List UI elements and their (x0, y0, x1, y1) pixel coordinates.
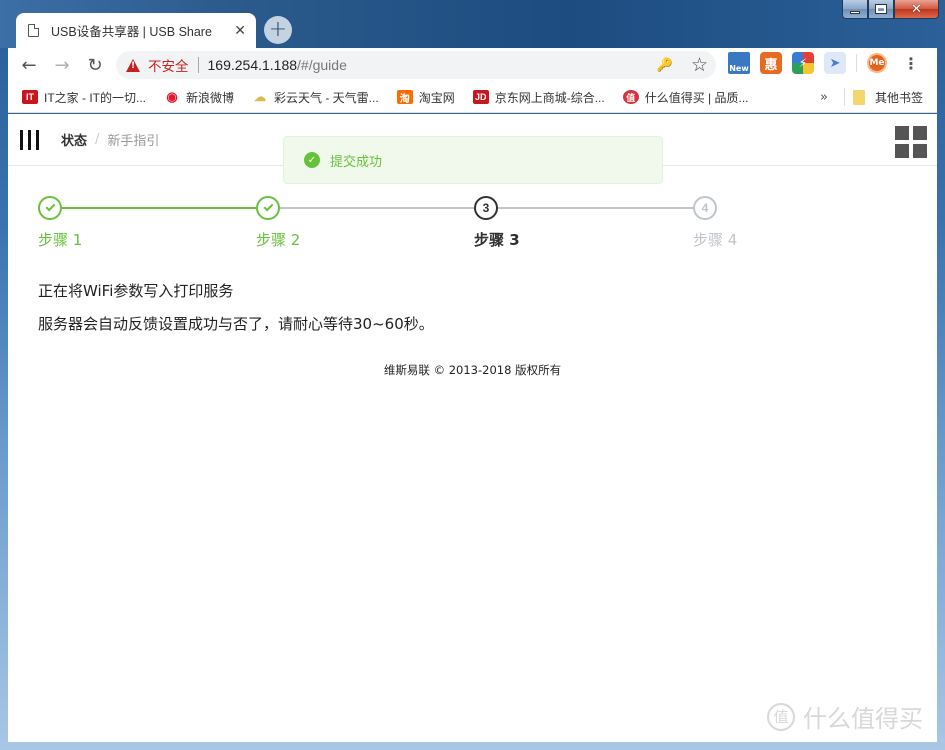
bookmarks-bar: IT IT之家 - IT的一切... ◉ 新浪微博 ☁ 彩云天气 - 天气雷..… (8, 82, 937, 113)
hui-extension-icon[interactable]: 惠 (760, 52, 782, 74)
step-1: 步骤 1 (38, 196, 82, 249)
breadcrumb-separator: / (95, 132, 100, 147)
step-3: 3 步骤 3 (474, 196, 520, 249)
security-label[interactable]: 不安全 (148, 55, 189, 75)
maximize-icon (875, 4, 887, 14)
bookmark-smzdm[interactable]: 值 什么值得买 | 品质... (622, 89, 749, 106)
step-connector-2 (280, 207, 474, 209)
close-window-button[interactable]: ✕ (894, 0, 939, 19)
tab-close-icon[interactable]: ✕ (234, 23, 246, 39)
browser-menu-icon[interactable]: ⋮ (903, 54, 919, 73)
bookmark-label: IT之家 - IT的一切... (44, 90, 146, 105)
step-label: 步骤 2 (256, 231, 301, 249)
wait-message: 服务器会自动反馈设置成功与否了，请耐心等待30~60秒。 (38, 315, 434, 333)
browser-tab[interactable]: USB设备共享器 | USB Share ✕ (16, 13, 256, 48)
new-tab-button[interactable]: + (264, 16, 292, 44)
step-label: 步骤 1 (38, 231, 83, 249)
web-page: 状态 / 新手指引 ✓ 提交成功 步骤 1 步骤 2 3 步骤 3 4 步骤 4… (8, 114, 937, 742)
other-bookmarks[interactable]: 其他书签 (853, 89, 923, 106)
forward-button[interactable]: → (50, 53, 74, 77)
breadcrumb-status[interactable]: 状态 (61, 130, 87, 149)
window-controls: ✕ (842, 0, 939, 20)
bookmark-label: 京东网上商城-综合... (494, 90, 605, 105)
bookmark-taobao[interactable]: 淘 淘宝网 (396, 89, 455, 106)
copyright-footer: 维斯易联 © 2013-2018 版权所有 (383, 363, 562, 377)
step-label: 步骤 3 (474, 231, 520, 249)
url-host: 169.254.1.188 (207, 57, 298, 73)
steps-progress: 步骤 1 步骤 2 3 步骤 3 4 步骤 4 (38, 196, 908, 256)
menu-toggle-icon[interactable] (20, 129, 39, 150)
close-icon: ✕ (911, 1, 922, 17)
step-2: 步骤 2 (256, 196, 300, 249)
reload-button[interactable]: ↻ (83, 53, 107, 77)
key-icon[interactable]: 🔑 (657, 58, 673, 73)
address-bar[interactable]: 不安全 169.254.1.188 /#/guide 🔑 ☆ (116, 51, 716, 79)
url-path: /#/guide (297, 57, 347, 73)
success-check-icon: ✓ (304, 152, 320, 168)
bookmark-label: 彩云天气 - 天气雷... (274, 90, 379, 105)
bookmark-star-icon[interactable]: ☆ (691, 54, 708, 76)
bookmarks-divider (844, 88, 845, 106)
step-check-icon (38, 196, 62, 220)
extensions-divider (856, 54, 857, 72)
extensions-area: New 惠 ⚡ ➤ Me ⋮ (728, 52, 919, 74)
step-number: 4 (693, 196, 717, 220)
jd-icon: JD (472, 90, 489, 104)
step-4: 4 步骤 4 (693, 196, 737, 249)
tab-title: USB设备共享器 | USB Share (51, 25, 212, 39)
step-connector-1 (62, 207, 256, 209)
breadcrumb: 状态 / 新手指引 (61, 130, 159, 149)
watermark: 值 什么值得买 (767, 699, 923, 734)
page-icon (28, 24, 39, 37)
step-connector-3 (498, 207, 694, 209)
breadcrumb-guide: 新手指引 (107, 134, 160, 149)
step-number: 3 (474, 196, 498, 220)
watermark-text: 什么值得买 (803, 705, 923, 733)
weibo-icon: ◉ (166, 89, 178, 104)
bookmark-jd[interactable]: JD 京东网上商城-综合... (472, 89, 605, 106)
bookmark-ithome[interactable]: IT IT之家 - IT的一切... (22, 89, 146, 106)
status-message: 正在将WiFi参数写入打印服务 (38, 282, 234, 300)
bookmark-label: 淘宝网 (418, 90, 455, 105)
apps-grid-icon[interactable] (895, 126, 927, 158)
bookmark-caiyun[interactable]: ☁ 彩云天气 - 天气雷... (252, 89, 379, 106)
bookmark-weibo[interactable]: ◉ 新浪微博 (164, 89, 234, 106)
more-bookmarks-icon[interactable]: » (820, 90, 828, 105)
taobao-icon: 淘 (396, 90, 413, 105)
bird-extension-icon[interactable]: ➤ (824, 52, 846, 74)
smzdm-icon: 值 (622, 90, 639, 104)
success-toast: ✓ 提交成功 (283, 136, 663, 184)
folder-icon (853, 89, 865, 105)
other-bookmarks-label: 其他书签 (875, 90, 924, 105)
cloud-icon: ☁ (254, 90, 267, 104)
step-label: 步骤 4 (693, 231, 738, 249)
bookmark-label: 新浪微博 (186, 90, 235, 105)
toast-message: 提交成功 (330, 154, 383, 170)
warning-icon (126, 58, 140, 72)
minimize-button[interactable] (842, 0, 868, 19)
maximize-button[interactable] (868, 0, 894, 19)
profile-avatar[interactable]: Me (867, 53, 887, 73)
browser-toolbar: ← → ↻ 不安全 169.254.1.188 /#/guide 🔑 ☆ New… (8, 48, 937, 82)
back-button[interactable]: ← (17, 53, 41, 77)
bookmark-label: 什么值得买 | 品质... (644, 90, 749, 105)
new-extension-icon[interactable]: New (728, 52, 750, 74)
ithome-icon: IT (22, 90, 38, 104)
smzdm-watermark-icon: 值 (767, 702, 795, 731)
minimize-icon (850, 10, 860, 14)
step-check-icon (256, 196, 280, 220)
omnibox-divider (197, 57, 199, 73)
bolt-extension-icon[interactable]: ⚡ (792, 52, 814, 74)
